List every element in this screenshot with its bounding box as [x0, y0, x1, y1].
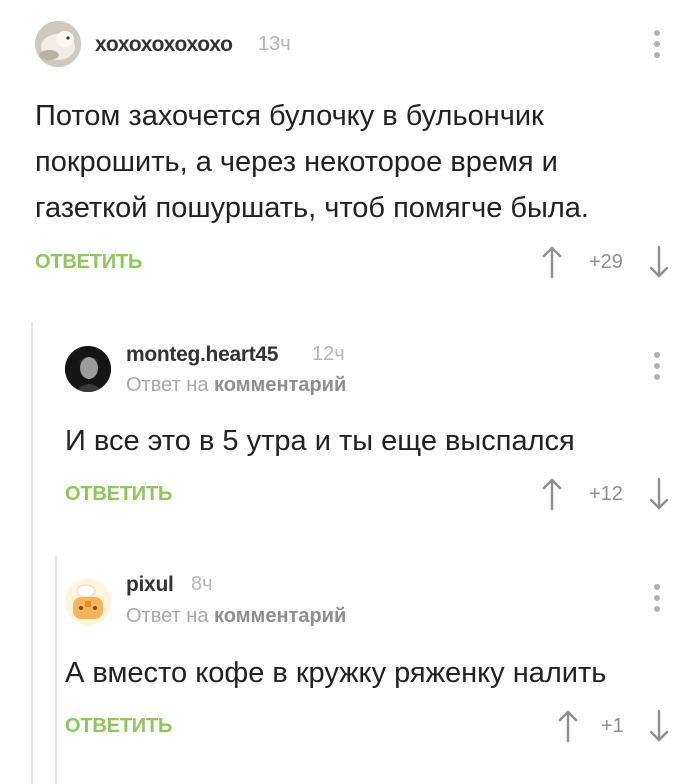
comment: хохохохохохо 13ч Потом захочется булочку… — [0, 0, 700, 300]
reply-button[interactable]: ОТВЕТИТЬ — [65, 715, 172, 738]
comment-time: 12ч — [312, 343, 345, 365]
reply-button[interactable]: ОТВЕТИТЬ — [65, 483, 172, 506]
comment-time: 8ч — [191, 573, 213, 595]
comment: pixul 8ч Ответ на комментарий А вместо к… — [0, 556, 700, 784]
reply-to-target[interactable]: комментарий — [214, 605, 346, 627]
comment-text: Потом захочется булочку в бульончик покр… — [35, 93, 675, 231]
comment-author[interactable]: pixul — [126, 573, 174, 597]
arrow-down-icon[interactable] — [648, 477, 670, 511]
comment-text-line: покрошить, а через некоторое время и — [35, 146, 558, 178]
reply-to-link[interactable]: Ответ на комментарий — [126, 605, 346, 628]
arrow-down-icon[interactable] — [648, 245, 670, 279]
comment-time: 13ч — [258, 33, 291, 55]
comment: monteg.heart45 12ч Ответ на комментарий … — [0, 322, 700, 552]
reply-to-prefix: Ответ на — [126, 374, 209, 396]
avatar-image — [65, 346, 111, 392]
arrow-up-icon[interactable] — [541, 477, 563, 511]
more-vertical-icon[interactable] — [654, 30, 662, 60]
arrow-down-icon[interactable] — [648, 709, 670, 743]
avatar[interactable] — [65, 579, 111, 625]
comment-text-line: Потом захочется булочку в бульончик — [35, 100, 544, 132]
comment-text-line: газеткой пошуршать, чтоб помягче была. — [35, 192, 589, 224]
arrow-up-icon[interactable] — [557, 709, 579, 743]
arrow-up-icon[interactable] — [541, 245, 563, 279]
reply-to-target[interactable]: комментарий — [214, 374, 346, 396]
comment-text: А вместо кофе в кружку ряженку налить — [65, 657, 607, 689]
rating-value: +1 — [601, 715, 624, 737]
avatar-image — [65, 579, 111, 625]
more-vertical-icon[interactable] — [654, 584, 662, 614]
more-vertical-icon[interactable] — [654, 352, 662, 382]
avatar[interactable] — [35, 21, 81, 67]
rating-value: +12 — [589, 483, 623, 505]
avatar[interactable] — [65, 346, 111, 392]
reply-button[interactable]: ОТВЕТИТЬ — [35, 251, 142, 274]
comment-author[interactable]: хохохохохохо — [95, 33, 233, 57]
reply-to-prefix: Ответ на — [126, 605, 209, 627]
reply-to-link[interactable]: Ответ на комментарий — [126, 374, 346, 397]
comment-author[interactable]: monteg.heart45 — [126, 343, 278, 367]
rating-value: +29 — [589, 251, 623, 273]
avatar-image — [35, 21, 81, 67]
comment-text: И все это в 5 утра и ты еще выспался — [65, 425, 575, 457]
